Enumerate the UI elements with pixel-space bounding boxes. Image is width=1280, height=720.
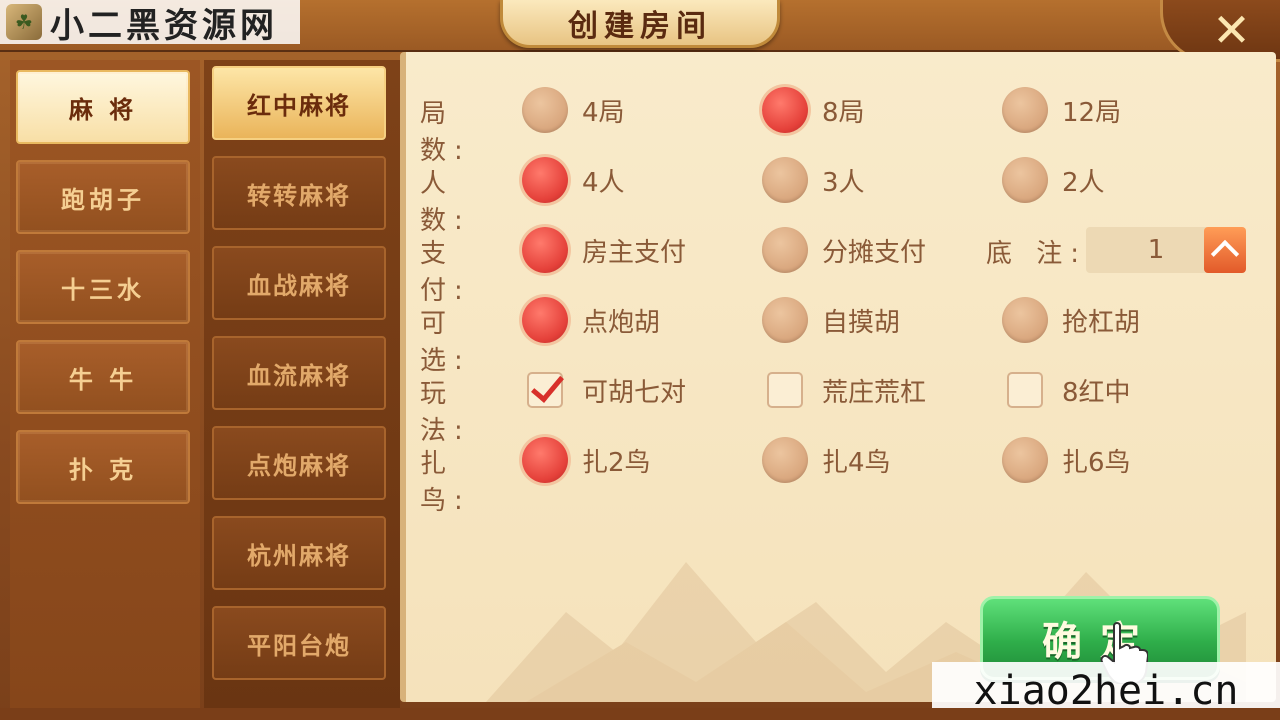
players-option-4[interactable]: 4人 (522, 155, 625, 205)
play-option-seven-pairs[interactable]: 可胡七对 (522, 365, 686, 415)
radio-icon (1002, 87, 1048, 133)
checkbox-icon (1007, 372, 1043, 408)
option-label: 4人 (582, 167, 625, 198)
radio-icon (522, 87, 568, 133)
game-xueliu[interactable]: 血流麻将 (212, 336, 386, 410)
radio-selected-icon (522, 157, 568, 203)
dialog-title-plate: 创建房间 (500, 0, 780, 48)
radio-icon (1002, 297, 1048, 343)
option-label: 扎6鸟 (1062, 447, 1131, 478)
option-label: 抢杠胡 (1062, 307, 1141, 338)
option-label: 房主支付 (582, 237, 687, 268)
option-label: 8局 (822, 97, 865, 128)
checkbox-checked-icon (527, 372, 563, 408)
play-rules-row: 玩 法: 可胡七对 荒庄荒杠 8红中 (420, 365, 1260, 446)
option-label: 4局 (582, 97, 625, 128)
category-label: 十三水 (61, 275, 145, 304)
birds-option-2[interactable]: 扎2鸟 (522, 435, 651, 485)
category-shisanshui[interactable]: 十三水 (16, 250, 190, 324)
site-logo: ☘ 小二黑资源网 (0, 0, 300, 46)
option-label: 扎2鸟 (582, 447, 651, 478)
logo-badge-icon: ☘ (6, 4, 42, 40)
option-label: 3人 (822, 167, 865, 198)
dialog-title: 创建房间 (568, 8, 712, 44)
players-option-2[interactable]: 2人 (1002, 155, 1105, 205)
radio-icon (762, 227, 808, 273)
game-zhuanzhuan[interactable]: 转转麻将 (212, 156, 386, 230)
category-label: 麻 将 (68, 95, 138, 124)
option-label: 8红中 (1062, 377, 1131, 408)
option-label: 扎4鸟 (822, 447, 891, 478)
stake-label: 底 注: (986, 239, 1088, 269)
radio-selected-icon (522, 227, 568, 273)
radio-icon (762, 297, 808, 343)
game-list: 红中麻将 转转麻将 血战麻将 血流麻将 点炮麻将 杭州麻将 平阳台炮 (204, 60, 400, 710)
optional-row: 可 选: 点炮胡 自摸胡 抢杠胡 (420, 295, 1260, 376)
radio-icon (1002, 157, 1048, 203)
category-label: 扑 克 (68, 455, 138, 484)
logo-text: 小二黑资源网 (50, 5, 278, 46)
category-niuniu[interactable]: 牛 牛 (16, 340, 190, 414)
game-label: 点炮麻将 (247, 451, 351, 480)
players-row: 人 数: 4人 3人 2人 (420, 155, 1260, 236)
option-label: 点炮胡 (582, 307, 661, 338)
rounds-option-4[interactable]: 4局 (522, 85, 625, 135)
close-icon: ✕ (1212, 2, 1251, 57)
rounds-row: 局 数: 4局 8局 12局 (420, 85, 1260, 166)
option-label: 分摊支付 (822, 237, 927, 268)
game-label: 杭州麻将 (247, 541, 351, 570)
game-label: 平阳台炮 (247, 631, 351, 660)
play-option-huangzhuang[interactable]: 荒庄荒杠 (762, 365, 926, 415)
payment-row: 支 付: 房主支付 分摊支付 底 注: 1 (420, 225, 1260, 306)
birds-label: 扎 鸟: (420, 449, 471, 516)
birds-option-6[interactable]: 扎6鸟 (1002, 435, 1131, 485)
category-poker[interactable]: 扑 克 (16, 430, 190, 504)
option-label: 可胡七对 (582, 377, 687, 408)
radio-selected-icon (522, 297, 568, 343)
play-option-8-hongzhong[interactable]: 8红中 (1002, 365, 1131, 415)
game-hongzhong[interactable]: 红中麻将 (212, 66, 386, 140)
category-paohuzi[interactable]: 跑胡子 (16, 160, 190, 234)
game-xuezhan[interactable]: 血战麻将 (212, 246, 386, 320)
radio-icon (762, 437, 808, 483)
option-label: 荒庄荒杠 (822, 377, 927, 408)
birds-row: 扎 鸟: 扎2鸟 扎4鸟 扎6鸟 (420, 435, 1260, 516)
radio-icon (762, 157, 808, 203)
optional-option-zimo[interactable]: 自摸胡 (762, 295, 900, 345)
stake-increase-button[interactable] (1204, 227, 1246, 273)
category-label: 牛 牛 (68, 365, 138, 394)
game-label: 血流麻将 (247, 361, 351, 390)
game-label: 红中麻将 (247, 91, 351, 120)
game-pingyang[interactable]: 平阳台炮 (212, 606, 386, 680)
category-sidebar: 麻 将 跑胡子 十三水 牛 牛 扑 克 (10, 60, 200, 710)
stake-stepper: 1 (1086, 227, 1246, 273)
category-label: 跑胡子 (61, 185, 145, 214)
radio-selected-icon (522, 437, 568, 483)
radio-selected-icon (762, 87, 808, 133)
game-hangzhou[interactable]: 杭州麻将 (212, 516, 386, 590)
option-label: 2人 (1062, 167, 1105, 198)
game-label: 转转麻将 (247, 181, 351, 210)
rounds-option-8[interactable]: 8局 (762, 85, 865, 135)
bottom-strip (0, 708, 1280, 720)
payment-option-split[interactable]: 分摊支付 (762, 225, 926, 275)
game-label: 血战麻将 (247, 271, 351, 300)
rounds-option-12[interactable]: 12局 (1002, 85, 1121, 135)
players-option-3[interactable]: 3人 (762, 155, 865, 205)
birds-option-4[interactable]: 扎4鸟 (762, 435, 891, 485)
category-mahjong[interactable]: 麻 将 (16, 70, 190, 144)
game-dianpao[interactable]: 点炮麻将 (212, 426, 386, 500)
payment-option-owner[interactable]: 房主支付 (522, 225, 686, 275)
stake-value: 1 (1147, 235, 1165, 265)
checkbox-icon (767, 372, 803, 408)
option-label: 12局 (1062, 97, 1122, 128)
optional-option-dianpao[interactable]: 点炮胡 (522, 295, 660, 345)
option-label: 自摸胡 (822, 307, 901, 338)
radio-icon (1002, 437, 1048, 483)
optional-option-qianggang[interactable]: 抢杠胡 (1002, 295, 1140, 345)
